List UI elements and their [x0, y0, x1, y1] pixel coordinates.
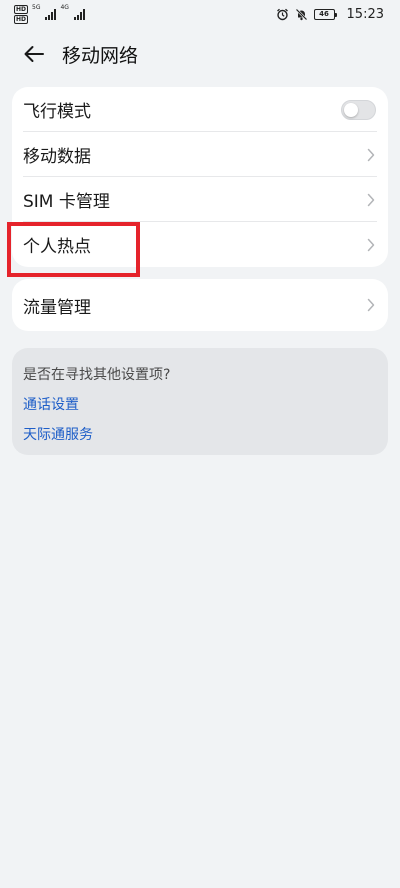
chevron-right-icon — [367, 238, 375, 251]
chevron-right-icon — [367, 298, 375, 312]
suggestions-question: 是否在寻找其他设置项? — [23, 367, 171, 383]
page-title: 移动网络 — [62, 44, 139, 67]
personal-hotspot-label: 个人热点 — [23, 237, 91, 257]
chevron-right-icon — [367, 148, 375, 161]
suggestions-card: 是否在寻找其他设置项? 通话设置 天际通服务 — [12, 348, 388, 455]
status-bar: HD HD 5G 4G 46 15:23 — [0, 0, 400, 28]
network-settings-card: 飞行模式 移动数据 SIM 卡管理 个人热点 — [12, 87, 388, 267]
personal-hotspot-row[interactable]: 个人热点 — [12, 222, 388, 267]
mute-bell-icon — [295, 8, 307, 20]
call-settings-link[interactable]: 通话设置 — [23, 394, 377, 414]
mobile-data-label: 移动数据 — [23, 147, 91, 167]
back-button[interactable] — [22, 42, 46, 66]
hd-badge-1: HD — [14, 4, 29, 14]
title-bar: 移动网络 — [0, 28, 400, 80]
sim-card-management-row[interactable]: SIM 卡管理 — [12, 177, 388, 222]
traffic-management-label: 流量管理 — [23, 297, 91, 318]
signal-icon-2 — [73, 8, 85, 20]
signal-icon-1 — [45, 8, 57, 20]
airplane-mode-label: 飞行模式 — [23, 102, 91, 122]
skytone-service-link[interactable]: 天际通服务 — [23, 424, 377, 444]
clock: 15:23 — [346, 6, 384, 22]
airplane-mode-row[interactable]: 飞行模式 — [12, 87, 388, 132]
status-bar-right: 46 15:23 — [276, 7, 384, 22]
sim-card-management-label: SIM 卡管理 — [23, 192, 110, 212]
toggle-knob — [344, 102, 358, 117]
traffic-management-row[interactable]: 流量管理 — [12, 279, 388, 331]
hd-indicators: HD HD — [14, 4, 29, 24]
hd-badge-2: HD — [14, 14, 29, 24]
airplane-mode-toggle[interactable] — [341, 99, 376, 120]
back-arrow-icon — [24, 46, 44, 62]
chevron-right-icon — [367, 193, 375, 206]
status-bar-left: HD HD 5G 4G — [14, 3, 85, 24]
battery-icon: 46 — [313, 8, 337, 20]
mobile-data-row[interactable]: 移动数据 — [12, 132, 388, 177]
traffic-management-card: 流量管理 — [12, 279, 388, 331]
signal-1-tag: 5G — [32, 3, 41, 11]
alarm-icon — [276, 8, 288, 20]
signal-2-tag: 4G — [60, 3, 69, 11]
